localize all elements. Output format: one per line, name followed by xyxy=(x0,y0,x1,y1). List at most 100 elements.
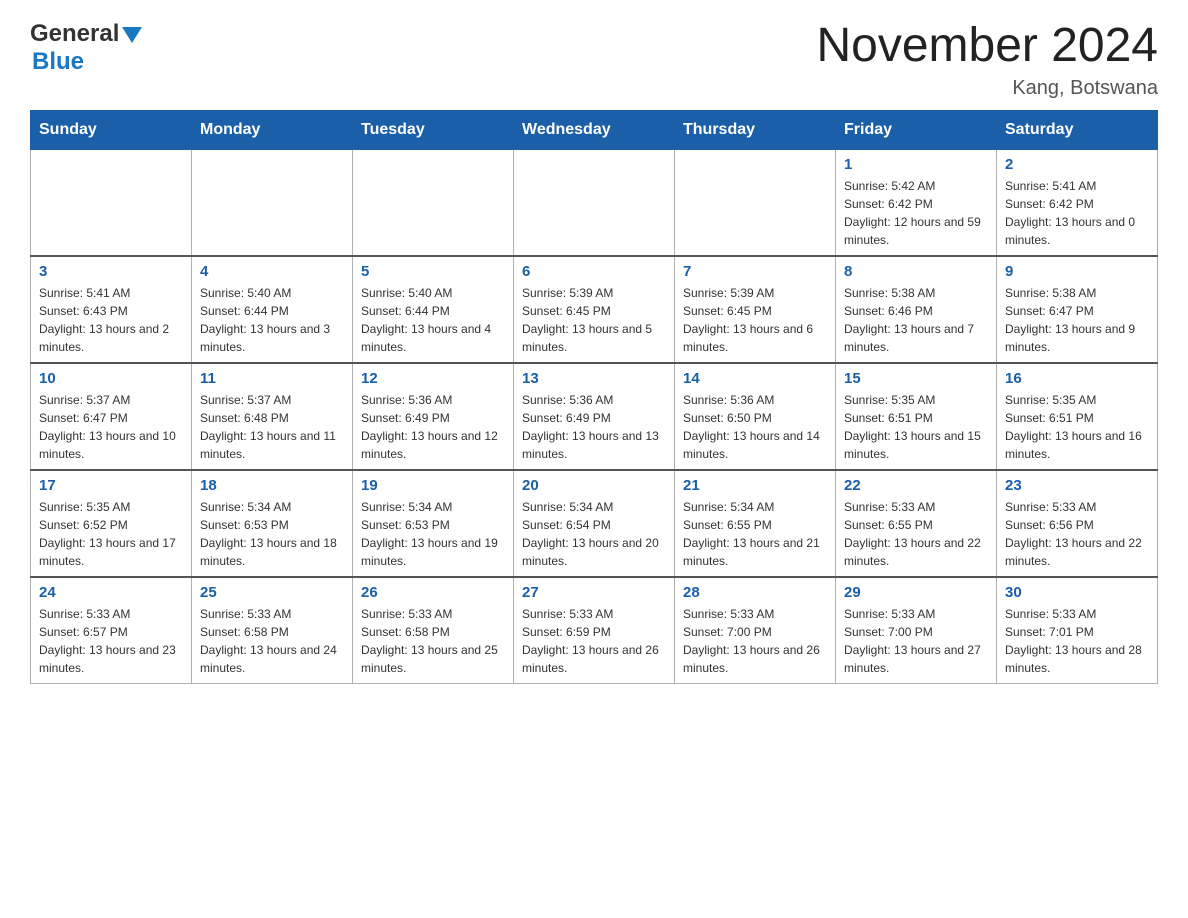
table-row: 1 Sunrise: 5:42 AMSunset: 6:42 PMDaylight… xyxy=(836,149,997,256)
calendar-table: Sunday Monday Tuesday Wednesday Thursday… xyxy=(30,110,1158,684)
day-number: 15 xyxy=(844,370,988,387)
table-row: 26 Sunrise: 5:33 AMSunset: 6:58 PMDayligh… xyxy=(353,577,514,684)
day-number: 24 xyxy=(39,584,183,601)
table-row: 10 Sunrise: 5:37 AMSunset: 6:47 PMDayligh… xyxy=(31,363,192,470)
header-wednesday: Wednesday xyxy=(514,110,675,149)
day-detail: Sunrise: 5:33 AMSunset: 6:58 PMDaylight:… xyxy=(361,605,505,677)
table-row: 12 Sunrise: 5:36 AMSunset: 6:49 PMDayligh… xyxy=(353,363,514,470)
table-row xyxy=(31,149,192,256)
day-number: 20 xyxy=(522,477,666,494)
day-number: 27 xyxy=(522,584,666,601)
table-row: 2 Sunrise: 5:41 AMSunset: 6:42 PMDaylight… xyxy=(997,149,1158,256)
day-detail: Sunrise: 5:37 AMSunset: 6:47 PMDaylight:… xyxy=(39,391,183,463)
table-row: 22 Sunrise: 5:33 AMSunset: 6:55 PMDayligh… xyxy=(836,470,997,577)
day-number: 11 xyxy=(200,370,344,387)
day-detail: Sunrise: 5:33 AMSunset: 6:59 PMDaylight:… xyxy=(522,605,666,677)
day-detail: Sunrise: 5:33 AMSunset: 7:01 PMDaylight:… xyxy=(1005,605,1149,677)
title-block: November 2024 Kang, Botswana xyxy=(816,20,1158,100)
day-detail: Sunrise: 5:39 AMSunset: 6:45 PMDaylight:… xyxy=(683,284,827,356)
day-number: 23 xyxy=(1005,477,1149,494)
table-row: 15 Sunrise: 5:35 AMSunset: 6:51 PMDayligh… xyxy=(836,363,997,470)
day-detail: Sunrise: 5:35 AMSunset: 6:51 PMDaylight:… xyxy=(844,391,988,463)
calendar-location: Kang, Botswana xyxy=(816,77,1158,100)
day-detail: Sunrise: 5:38 AMSunset: 6:46 PMDaylight:… xyxy=(844,284,988,356)
day-number: 1 xyxy=(844,156,988,173)
table-row: 21Sunrise: 5:34 AMSunset: 6:55 PMDayligh… xyxy=(675,470,836,577)
calendar-title: November 2024 xyxy=(816,20,1158,73)
day-detail: Sunrise: 5:35 AMSunset: 6:51 PMDaylight:… xyxy=(1005,391,1149,463)
day-number: 9 xyxy=(1005,263,1149,280)
day-number: 29 xyxy=(844,584,988,601)
day-detail: Sunrise: 5:33 AMSunset: 7:00 PMDaylight:… xyxy=(683,605,827,677)
table-row: 11 Sunrise: 5:37 AMSunset: 6:48 PMDayligh… xyxy=(192,363,353,470)
day-number: 22 xyxy=(844,477,988,494)
day-detail: Sunrise: 5:37 AMSunset: 6:48 PMDaylight:… xyxy=(200,391,344,463)
calendar-week-row: 24 Sunrise: 5:33 AMSunset: 6:57 PMDayligh… xyxy=(31,577,1158,684)
day-detail: Sunrise: 5:33 AMSunset: 6:56 PMDaylight:… xyxy=(1005,498,1149,570)
calendar-week-row: 3Sunrise: 5:41 AMSunset: 6:43 PMDaylight… xyxy=(31,256,1158,363)
logo-general-text: General xyxy=(30,20,119,48)
day-detail: Sunrise: 5:33 AMSunset: 6:58 PMDaylight:… xyxy=(200,605,344,677)
table-row: 18Sunrise: 5:34 AMSunset: 6:53 PMDayligh… xyxy=(192,470,353,577)
day-number: 26 xyxy=(361,584,505,601)
table-row xyxy=(675,149,836,256)
header-tuesday: Tuesday xyxy=(353,110,514,149)
day-detail: Sunrise: 5:36 AMSunset: 6:49 PMDaylight:… xyxy=(361,391,505,463)
day-detail: Sunrise: 5:38 AMSunset: 6:47 PMDaylight:… xyxy=(1005,284,1149,356)
day-detail: Sunrise: 5:36 AMSunset: 6:49 PMDaylight:… xyxy=(522,391,666,463)
day-number: 5 xyxy=(361,263,505,280)
day-detail: Sunrise: 5:34 AMSunset: 6:53 PMDaylight:… xyxy=(200,498,344,570)
table-row: 19 Sunrise: 5:34 AMSunset: 6:53 PMDayligh… xyxy=(353,470,514,577)
table-row: 23 Sunrise: 5:33 AMSunset: 6:56 PMDayligh… xyxy=(997,470,1158,577)
calendar-week-row: 1 Sunrise: 5:42 AMSunset: 6:42 PMDaylight… xyxy=(31,149,1158,256)
day-number: 21 xyxy=(683,477,827,494)
header-monday: Monday xyxy=(192,110,353,149)
weekday-header-row: Sunday Monday Tuesday Wednesday Thursday… xyxy=(31,110,1158,149)
day-number: 10 xyxy=(39,370,183,387)
day-number: 14 xyxy=(683,370,827,387)
day-number: 13 xyxy=(522,370,666,387)
table-row xyxy=(192,149,353,256)
day-detail: Sunrise: 5:34 AMSunset: 6:53 PMDaylight:… xyxy=(361,498,505,570)
day-number: 28 xyxy=(683,584,827,601)
logo-blue-text: Blue xyxy=(32,48,84,76)
day-detail: Sunrise: 5:33 AMSunset: 7:00 PMDaylight:… xyxy=(844,605,988,677)
table-row: 3Sunrise: 5:41 AMSunset: 6:43 PMDaylight… xyxy=(31,256,192,363)
table-row: 30 Sunrise: 5:33 AMSunset: 7:01 PMDayligh… xyxy=(997,577,1158,684)
day-number: 19 xyxy=(361,477,505,494)
day-detail: Sunrise: 5:40 AMSunset: 6:44 PMDaylight:… xyxy=(200,284,344,356)
day-number: 2 xyxy=(1005,156,1149,173)
day-number: 12 xyxy=(361,370,505,387)
day-detail: Sunrise: 5:39 AMSunset: 6:45 PMDaylight:… xyxy=(522,284,666,356)
page-header: General Blue November 2024 Kang, Botswan… xyxy=(30,20,1158,100)
day-number: 4 xyxy=(200,263,344,280)
table-row: 29 Sunrise: 5:33 AMSunset: 7:00 PMDayligh… xyxy=(836,577,997,684)
table-row xyxy=(514,149,675,256)
table-row: 16Sunrise: 5:35 AMSunset: 6:51 PMDayligh… xyxy=(997,363,1158,470)
day-number: 7 xyxy=(683,263,827,280)
header-friday: Friday xyxy=(836,110,997,149)
table-row: 8 Sunrise: 5:38 AMSunset: 6:46 PMDaylight… xyxy=(836,256,997,363)
table-row: 24 Sunrise: 5:33 AMSunset: 6:57 PMDayligh… xyxy=(31,577,192,684)
day-detail: Sunrise: 5:33 AMSunset: 6:57 PMDaylight:… xyxy=(39,605,183,677)
day-number: 30 xyxy=(1005,584,1149,601)
day-detail: Sunrise: 5:42 AMSunset: 6:42 PMDaylight:… xyxy=(844,177,988,249)
day-detail: Sunrise: 5:33 AMSunset: 6:55 PMDaylight:… xyxy=(844,498,988,570)
table-row: 7 Sunrise: 5:39 AMSunset: 6:45 PMDaylight… xyxy=(675,256,836,363)
header-saturday: Saturday xyxy=(997,110,1158,149)
calendar-week-row: 17Sunrise: 5:35 AMSunset: 6:52 PMDayligh… xyxy=(31,470,1158,577)
day-number: 25 xyxy=(200,584,344,601)
table-row: 17Sunrise: 5:35 AMSunset: 6:52 PMDayligh… xyxy=(31,470,192,577)
day-detail: Sunrise: 5:34 AMSunset: 6:54 PMDaylight:… xyxy=(522,498,666,570)
day-number: 6 xyxy=(522,263,666,280)
table-row: 27 Sunrise: 5:33 AMSunset: 6:59 PMDayligh… xyxy=(514,577,675,684)
day-detail: Sunrise: 5:41 AMSunset: 6:43 PMDaylight:… xyxy=(39,284,183,356)
logo-triangle-icon xyxy=(122,27,142,43)
day-number: 17 xyxy=(39,477,183,494)
table-row xyxy=(353,149,514,256)
day-number: 8 xyxy=(844,263,988,280)
table-row: 9 Sunrise: 5:38 AMSunset: 6:47 PMDaylight… xyxy=(997,256,1158,363)
day-detail: Sunrise: 5:41 AMSunset: 6:42 PMDaylight:… xyxy=(1005,177,1149,249)
table-row: 20 Sunrise: 5:34 AMSunset: 6:54 PMDayligh… xyxy=(514,470,675,577)
table-row: 6 Sunrise: 5:39 AMSunset: 6:45 PMDaylight… xyxy=(514,256,675,363)
